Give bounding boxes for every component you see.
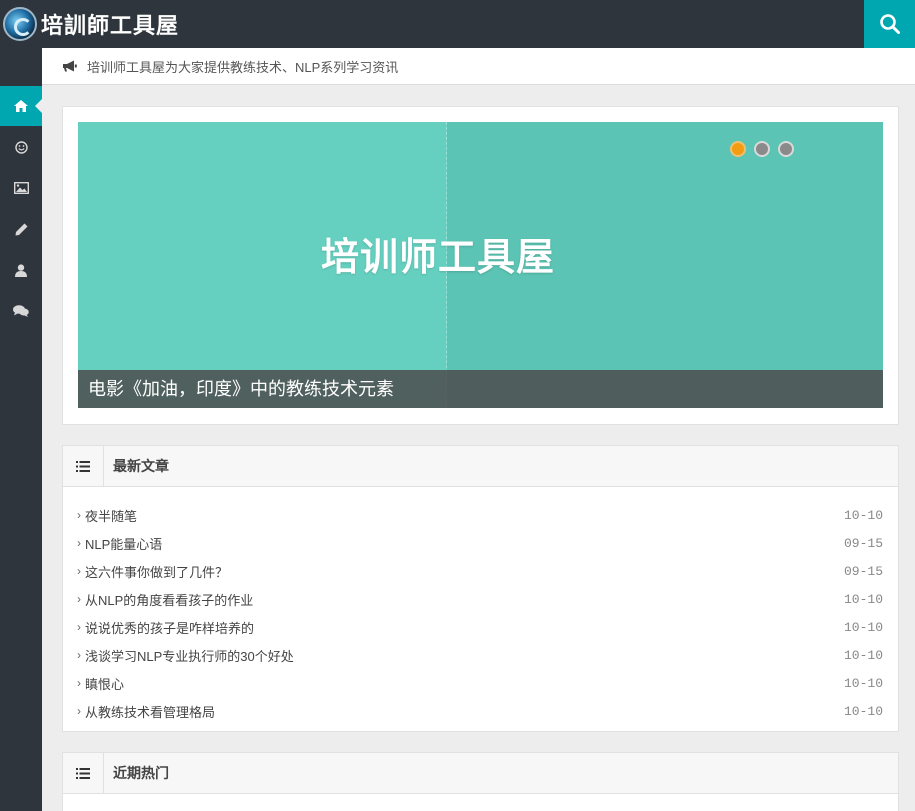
latest-panel-header: 最新文章	[63, 446, 898, 487]
chevron-right-icon: ›	[77, 508, 81, 522]
article-title: 瞋恨心	[85, 676, 125, 692]
article-link[interactable]: › NLP能量心语	[77, 534, 162, 553]
chevron-right-icon: ›	[77, 592, 81, 606]
chevron-right-icon: ›	[77, 676, 81, 690]
slide-banner-title: 培训师工具屋	[320, 237, 555, 279]
list-icon	[63, 753, 104, 793]
article-title: NLP能量心语	[85, 536, 163, 552]
hot-panel-title: 近期热门	[113, 765, 169, 781]
list-item: › 说说优秀的孩子是咋样培养的 10-10	[77, 613, 883, 641]
featured-slide[interactable]: 培训师工具屋 电影《加油，印度》中的教练技术元素	[78, 122, 883, 408]
logo-globe-icon	[3, 7, 37, 41]
logo-text: 培訓師工具屋	[41, 13, 180, 39]
pencil-icon	[15, 223, 27, 235]
article-date: 09-15	[843, 535, 883, 551]
user-icon	[15, 263, 27, 277]
chevron-right-icon: ›	[77, 620, 81, 634]
chevron-right-icon: ›	[77, 704, 81, 718]
list-item: › 浅谈学习NLP专业执行师的30个好处 10-10	[77, 641, 883, 669]
article-link[interactable]: › 浅谈学习NLP专业执行师的30个好处	[77, 646, 294, 665]
article-title: 说说优秀的孩子是咋样培养的	[85, 620, 255, 636]
article-date: 10-10	[843, 507, 883, 523]
comments-icon	[13, 305, 29, 317]
hot-articles-panel: 近期热门	[62, 752, 899, 811]
article-date: 09-15	[843, 563, 883, 579]
list-icon	[63, 446, 104, 486]
hot-panel-header: 近期热门	[63, 753, 898, 794]
site-logo[interactable]: 培訓師工具屋	[3, 5, 179, 43]
list-item: › 从NLP的角度看看孩子的作业 10-10	[77, 585, 883, 613]
top-bar: 培訓師工具屋	[0, 0, 915, 48]
home-icon	[14, 100, 28, 112]
bullhorn-icon	[63, 60, 77, 72]
slider-dots	[730, 141, 802, 157]
article-title: 这六件事你做到了几件？	[85, 564, 229, 580]
smile-icon	[14, 140, 28, 154]
latest-list: › 夜半随笔 10-10 › NLP能量心语 09-15 › 这六件事你做到了几件？ …	[63, 487, 898, 725]
list-item: › NLP能量心语 09-15	[77, 529, 883, 557]
search-button[interactable]	[864, 0, 915, 48]
article-link[interactable]: › 夜半随笔	[77, 506, 137, 525]
article-title: 从教练技术看管理格局	[85, 704, 216, 720]
image-icon	[13, 182, 29, 194]
article-link[interactable]: › 这六件事你做到了几件？	[77, 562, 228, 581]
left-sidebar	[0, 48, 42, 811]
chevron-right-icon: ›	[77, 648, 81, 662]
notice-bar: 培训师工具屋为大家提供教练技术、NLP系列学习资讯	[42, 48, 915, 85]
slider-dot-1[interactable]	[730, 141, 746, 157]
article-link[interactable]: › 从教练技术看管理格局	[77, 702, 215, 721]
article-title: 从NLP的角度看看孩子的作业	[85, 592, 254, 608]
notice-text: 培训师工具屋为大家提供教练技术、NLP系列学习资讯	[87, 59, 399, 75]
search-icon	[879, 14, 900, 34]
list-item: › 从教练技术看管理格局 10-10	[77, 697, 883, 725]
list-item: › 夜半随笔 10-10	[77, 501, 883, 529]
sidebar-item-comments[interactable]	[0, 291, 42, 331]
sidebar-item-pencil[interactable]	[0, 209, 42, 249]
latest-panel-title: 最新文章	[113, 458, 169, 474]
sidebar-item-image[interactable]	[0, 168, 42, 208]
sidebar-item-smile[interactable]	[0, 127, 42, 167]
sidebar-item-user[interactable]	[0, 250, 42, 290]
article-date: 10-10	[843, 591, 883, 607]
slide-caption[interactable]: 电影《加油，印度》中的教练技术元素	[78, 370, 883, 408]
article-link[interactable]: › 说说优秀的孩子是咋样培养的	[77, 618, 254, 637]
article-link[interactable]: › 瞋恨心	[77, 674, 124, 693]
chevron-right-icon: ›	[77, 536, 81, 550]
article-date: 10-10	[843, 619, 883, 635]
article-date: 10-10	[843, 647, 883, 663]
article-date: 10-10	[843, 703, 883, 719]
list-item: › 这六件事你做到了几件？ 09-15	[77, 557, 883, 585]
chevron-right-icon: ›	[77, 564, 81, 578]
list-item: › 瞋恨心 10-10	[77, 669, 883, 697]
article-title: 浅谈学习NLP专业执行师的30个好处	[85, 648, 294, 664]
featured-slider-card: 培训师工具屋 电影《加油，印度》中的教练技术元素	[62, 106, 899, 425]
slider-dot-2[interactable]	[754, 141, 770, 157]
latest-articles-panel: 最新文章 › 夜半随笔 10-10 › NLP能量心语 09-15 › 这六件事你做到…	[62, 445, 899, 732]
article-title: 夜半随笔	[85, 508, 138, 524]
slider-dot-3[interactable]	[778, 141, 794, 157]
sidebar-item-home[interactable]	[0, 86, 42, 126]
article-date: 10-10	[843, 675, 883, 691]
article-link[interactable]: › 从NLP的角度看看孩子的作业	[77, 590, 253, 609]
